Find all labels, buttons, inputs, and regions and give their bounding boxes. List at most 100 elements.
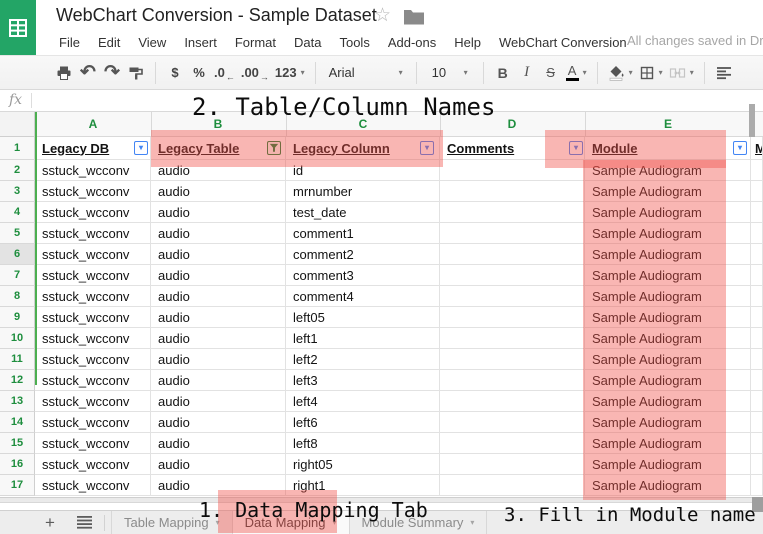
chevron-down-icon[interactable]: ▾ — [216, 518, 220, 527]
chevron-down-icon[interactable]: ▾ — [470, 518, 474, 527]
cell-B17[interactable]: audio — [151, 475, 286, 496]
cell-E5[interactable]: Sample Audiogram — [585, 223, 751, 244]
cell-B3[interactable]: audio — [151, 181, 286, 202]
menu-file[interactable]: File — [50, 35, 89, 50]
cell-C10[interactable]: left1 — [286, 328, 440, 349]
cell-D12[interactable] — [440, 370, 585, 391]
cell-A15[interactable]: sstuck_wcconv — [35, 433, 151, 454]
cell-A16[interactable]: sstuck_wcconv — [35, 454, 151, 475]
column-header-A[interactable]: A — [89, 117, 98, 131]
cell-B6[interactable]: audio — [151, 244, 286, 265]
cell-A8[interactable]: sstuck_wcconv — [35, 286, 151, 307]
row-header-1[interactable]: 1 — [0, 137, 35, 160]
column-header-strip[interactable]: ABCDE — [35, 112, 763, 137]
row-header-2[interactable]: 2 — [0, 160, 35, 181]
cell-B1[interactable]: Legacy Table — [151, 137, 286, 160]
filter-dropdown-icon[interactable]: ▾ — [134, 141, 148, 155]
cell-E11[interactable]: Sample Audiogram — [585, 349, 751, 370]
cell-A9[interactable]: sstuck_wcconv — [35, 307, 151, 328]
column-header-D[interactable]: D — [508, 117, 517, 131]
cell-F13[interactable] — [751, 391, 763, 412]
format-percent-button[interactable]: % — [187, 60, 211, 86]
font-size-select[interactable]: 10 ▾ — [424, 60, 476, 86]
cell-D13[interactable] — [440, 391, 585, 412]
row-header-15[interactable]: 15 — [0, 433, 35, 454]
cell-F3[interactable] — [751, 181, 763, 202]
column-header-C[interactable]: C — [359, 117, 368, 131]
cell-E12[interactable]: Sample Audiogram — [585, 370, 751, 391]
chevron-down-icon[interactable]: ▾ — [333, 518, 337, 527]
horizontal-align-button[interactable] — [712, 60, 736, 86]
cell-E13[interactable]: Sample Audiogram — [585, 391, 751, 412]
sheets-logo-icon[interactable] — [0, 0, 36, 55]
cell-B9[interactable]: audio — [151, 307, 286, 328]
cell-C3[interactable]: mrnumber — [286, 181, 440, 202]
cell-D16[interactable] — [440, 454, 585, 475]
cell-E4[interactable]: Sample Audiogram — [585, 202, 751, 223]
cell-A17[interactable]: sstuck_wcconv — [35, 475, 151, 496]
star-icon[interactable]: ☆ — [374, 4, 391, 27]
cell-C4[interactable]: test_date — [286, 202, 440, 223]
cell-F12[interactable] — [751, 370, 763, 391]
cell-E1[interactable]: Module▾ — [585, 137, 751, 160]
print-button[interactable] — [52, 60, 76, 86]
cell-A1[interactable]: Legacy DB▾ — [35, 137, 151, 160]
cell-E9[interactable]: Sample Audiogram — [585, 307, 751, 328]
format-currency-button[interactable]: $ — [163, 60, 187, 86]
cell-B11[interactable]: audio — [151, 349, 286, 370]
cell-C7[interactable]: comment3 — [286, 265, 440, 286]
filter-dropdown-icon[interactable]: ▾ — [569, 141, 583, 155]
cell-F8[interactable] — [751, 286, 763, 307]
cell-F4[interactable] — [751, 202, 763, 223]
row-header-8[interactable]: 8 — [0, 286, 35, 307]
cell-B15[interactable]: audio — [151, 433, 286, 454]
menu-data[interactable]: Data — [285, 35, 330, 50]
row-header-6[interactable]: 6 — [0, 244, 35, 265]
column-header-B[interactable]: B — [214, 117, 223, 131]
horizontal-scrollbar-track[interactable] — [0, 497, 763, 503]
vertical-scrollbar-thumb[interactable] — [749, 104, 755, 137]
cell-B13[interactable]: audio — [151, 391, 286, 412]
filter-funnel-icon[interactable] — [267, 141, 281, 155]
cell-F7[interactable] — [751, 265, 763, 286]
cell-D8[interactable] — [440, 286, 585, 307]
cell-E3[interactable]: Sample Audiogram — [585, 181, 751, 202]
cell-B14[interactable]: audio — [151, 412, 286, 433]
menu-webchart-conversion[interactable]: WebChart Conversion — [490, 35, 636, 50]
cell-B12[interactable]: audio — [151, 370, 286, 391]
number-format-button[interactable]: 123 ▾ — [272, 60, 308, 86]
cell-D4[interactable] — [440, 202, 585, 223]
row-header-12[interactable]: 12 — [0, 370, 35, 391]
row-header-4[interactable]: 4 — [0, 202, 35, 223]
cell-F5[interactable] — [751, 223, 763, 244]
cell-F17[interactable] — [751, 475, 763, 496]
row-header-14[interactable]: 14 — [0, 412, 35, 433]
increase-decimal-button[interactable]: .00 → — [238, 60, 272, 86]
cell-B10[interactable]: audio — [151, 328, 286, 349]
cell-C16[interactable]: right05 — [286, 454, 440, 475]
formula-bar[interactable]: fx — [0, 90, 763, 112]
cell-B16[interactable]: audio — [151, 454, 286, 475]
strikethrough-button[interactable]: S — [539, 60, 563, 86]
row-header-7[interactable]: 7 — [0, 265, 35, 286]
cell-B8[interactable]: audio — [151, 286, 286, 307]
tab-table-mapping[interactable]: Table Mapping▾ — [111, 511, 233, 534]
all-sheets-menu-button[interactable] — [72, 516, 96, 529]
row-header-3[interactable]: 3 — [0, 181, 35, 202]
cell-B2[interactable]: audio — [151, 160, 286, 181]
cell-B5[interactable]: audio — [151, 223, 286, 244]
cell-E8[interactable]: Sample Audiogram — [585, 286, 751, 307]
filter-dropdown-icon[interactable]: ▾ — [733, 141, 747, 155]
cell-D6[interactable] — [440, 244, 585, 265]
cell-D15[interactable] — [440, 433, 585, 454]
cell-D14[interactable] — [440, 412, 585, 433]
row-header-17[interactable]: 17 — [0, 475, 35, 496]
row-header-5[interactable]: 5 — [0, 223, 35, 244]
cell-A5[interactable]: sstuck_wcconv — [35, 223, 151, 244]
cell-C15[interactable]: left8 — [286, 433, 440, 454]
cell-C2[interactable]: id — [286, 160, 440, 181]
cell-C5[interactable]: comment1 — [286, 223, 440, 244]
cell-C14[interactable]: left6 — [286, 412, 440, 433]
cell-E16[interactable]: Sample Audiogram — [585, 454, 751, 475]
italic-button[interactable]: I — [515, 60, 539, 86]
